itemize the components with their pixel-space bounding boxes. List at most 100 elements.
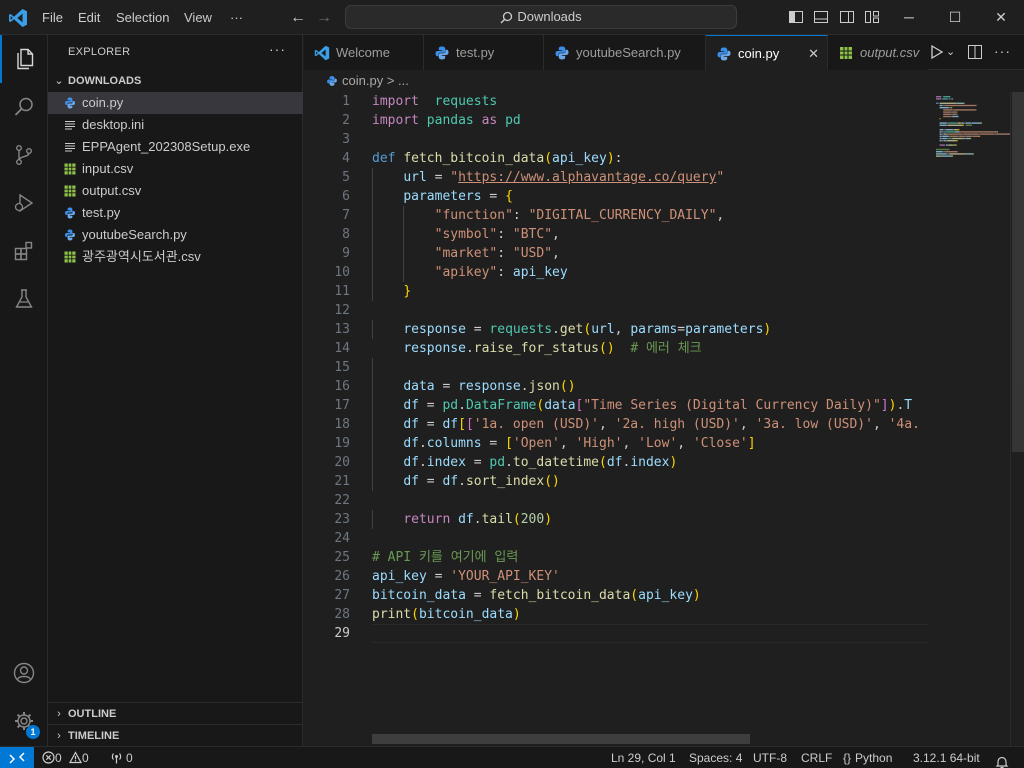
encoding-indicator[interactable]: UTF-8 — [753, 747, 787, 768]
minimize-button[interactable]: ─ — [886, 0, 932, 35]
code-editor[interactable]: 1 2 3 4 5 6 7 8 9 10 11 12 13 14 15 16 17 18 19 20 21 22 23 24 2… — [304, 92, 1024, 746]
maximize-button[interactable]: ☐ — [932, 0, 978, 35]
notifications-bell-icon[interactable] — [995, 751, 1009, 768]
file-item[interactable]: desktop.ini — [48, 114, 303, 136]
vertical-scroll-thumb[interactable] — [1012, 92, 1024, 452]
extensions-activity[interactable] — [0, 227, 48, 275]
ports-count: 0 — [126, 751, 133, 765]
folder-header-downloads[interactable]: ⌄ DOWNLOADS — [48, 70, 303, 92]
cursor-position[interactable]: Ln 29, Col 1 — [611, 747, 676, 768]
code-line[interactable]: import requests — [372, 92, 497, 111]
code-line[interactable]: parameters = { — [372, 187, 513, 206]
tab-youtubesearch-py[interactable]: youtubeSearch.py — [544, 35, 706, 70]
toggle-primary-sidebar-icon[interactable] — [788, 9, 804, 25]
file-item[interactable]: youtubeSearch.py — [48, 224, 303, 246]
code-line[interactable]: api_key = 'YOUR_API_KEY' — [372, 567, 560, 586]
back-arrow-icon[interactable]: ← — [288, 8, 308, 28]
source-control-activity[interactable] — [0, 131, 48, 179]
editor-tabs: Welcome test.py youtubeSearch.py coin.py… — [304, 35, 1024, 71]
more-actions-icon[interactable]: ··· — [994, 43, 1012, 61]
minimap-token — [945, 131, 947, 133]
file-item[interactable]: EPPAgent_202308Setup.exe — [48, 136, 303, 158]
file-item[interactable]: test.py — [48, 202, 303, 224]
code-line[interactable]: # API 키를 여기에 입력 — [372, 548, 518, 567]
code-line[interactable]: "market": "USD", — [372, 244, 560, 263]
code-content[interactable]: import requests import pandas as pd def fe… — [372, 92, 928, 652]
toggle-panel-icon[interactable] — [813, 9, 829, 25]
code-line[interactable]: return df.tail(200) — [372, 510, 552, 529]
warning-icon — [69, 751, 83, 764]
code-line[interactable]: df = df.sort_index() — [372, 472, 560, 491]
testing-activity[interactable] — [0, 275, 48, 323]
horizontal-scrollbar[interactable] — [372, 734, 928, 746]
account-icon — [13, 662, 35, 684]
minimap-token — [936, 153, 947, 155]
horizontal-scroll-thumb[interactable] — [372, 734, 750, 744]
run-python-file-icon[interactable] — [928, 43, 946, 61]
code-line[interactable]: df = df[['1a. open (USD)', '2a. high (US… — [372, 415, 928, 434]
code-line[interactable]: import pandas as pd — [372, 111, 521, 130]
menu-selection[interactable]: Selection — [110, 0, 175, 35]
minimap-token — [951, 107, 953, 109]
menu-edit[interactable]: Edit — [72, 0, 106, 35]
sidebar-more-button[interactable]: ··· — [269, 41, 286, 57]
minimap[interactable] — [928, 92, 1010, 746]
code-line[interactable]: df.columns = ['Open', 'High', 'Low', 'Cl… — [372, 434, 755, 453]
breadcrumb-file[interactable]: coin.py — [342, 73, 383, 88]
code-line[interactable]: response = requests.get(url, params=para… — [372, 320, 771, 339]
ports-indicator[interactable]: 0 — [110, 747, 133, 768]
minimap-token — [943, 109, 953, 111]
customize-layout-icon[interactable] — [864, 9, 880, 25]
toggle-secondary-sidebar-icon[interactable] — [839, 9, 855, 25]
source-control-icon — [15, 145, 32, 166]
code-line[interactable]: df.index = pd.to_datetime(df.index) — [372, 453, 677, 472]
code-line[interactable]: "function": "DIGITAL_CURRENCY_DAILY", — [372, 206, 725, 225]
menu-view[interactable]: View — [178, 0, 218, 35]
explorer-activity[interactable] — [0, 35, 48, 83]
minimap-token — [995, 131, 997, 133]
run-dropdown-chevron-icon[interactable]: ⌄ — [946, 43, 964, 61]
minimap-token — [936, 98, 942, 100]
python-interpreter[interactable]: 3.12.1 64-bit — [913, 747, 980, 768]
code-line[interactable]: bitcoin_data = fetch_bitcoin_data(api_ke… — [372, 586, 701, 605]
minimap-token — [960, 122, 962, 124]
tab-coin-py[interactable]: coin.py ✕ — [706, 35, 828, 71]
code-line[interactable]: df = pd.DataFrame(data["Time Series (Dig… — [372, 396, 912, 415]
split-editor-icon[interactable] — [966, 43, 984, 61]
breadcrumb-symbols[interactable]: > ... — [383, 73, 409, 88]
accounts-activity[interactable] — [0, 649, 48, 697]
code-line[interactable]: def fetch_bitcoin_data(api_key): — [372, 149, 622, 168]
vertical-scrollbar[interactable] — [1010, 92, 1024, 746]
code-line[interactable]: data = response.json() — [372, 377, 575, 396]
code-line[interactable]: print(bitcoin_data) — [372, 605, 521, 624]
run-debug-activity[interactable] — [0, 179, 48, 227]
file-item[interactable]: input.csv — [48, 158, 303, 180]
search-activity[interactable] — [0, 83, 48, 131]
code-line[interactable]: "symbol": "BTC", — [372, 225, 560, 244]
language-mode[interactable]: {} Python — [843, 747, 892, 768]
file-item[interactable]: coin.py — [48, 92, 303, 114]
remote-indicator[interactable] — [0, 747, 34, 768]
indentation-indicator[interactable]: Spaces: 4 — [689, 747, 742, 768]
problems-indicator[interactable]: 0 0 — [42, 747, 89, 768]
manage-activity[interactable]: 1 — [0, 697, 48, 745]
menu-file[interactable]: File — [36, 0, 69, 35]
code-line[interactable]: response.raise_for_status() # 에러 체크 — [372, 339, 701, 358]
eol-indicator[interactable]: CRLF — [801, 747, 832, 768]
command-center[interactable]: Downloads — [345, 5, 737, 29]
tab-output-csv[interactable]: output.csv — [828, 35, 928, 70]
tab-welcome[interactable]: Welcome — [304, 35, 424, 70]
forward-arrow-icon[interactable]: → — [314, 8, 334, 28]
timeline-section[interactable]: › TIMELINE — [48, 724, 303, 746]
close-window-button[interactable]: ✕ — [978, 0, 1024, 35]
code-line[interactable]: "apikey": api_key — [372, 263, 568, 282]
file-item[interactable]: output.csv — [48, 180, 303, 202]
code-line[interactable]: } — [372, 282, 411, 301]
file-item[interactable]: 광주광역시도서관.csv — [48, 246, 303, 268]
outline-section[interactable]: › OUTLINE — [48, 702, 303, 724]
close-tab-icon[interactable]: ✕ — [808, 36, 819, 71]
minimap-token — [939, 131, 942, 133]
menu-more[interactable]: ··· — [224, 0, 249, 35]
tab-test-py[interactable]: test.py — [424, 35, 544, 70]
code-line[interactable]: url = "https://www.alphavantage.co/query… — [372, 168, 724, 187]
